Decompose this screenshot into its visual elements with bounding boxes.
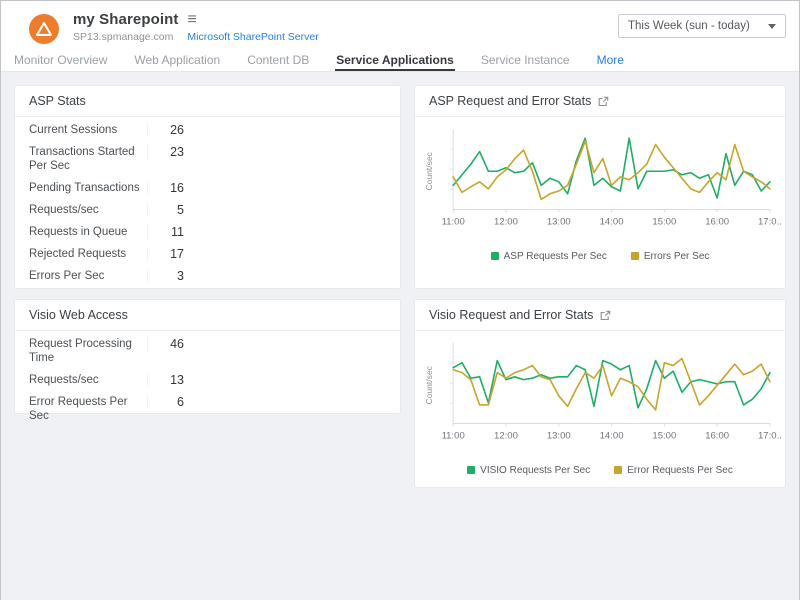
- line-chart-svg: 11:0012:0013:0014:0015:0016:0017:0..Coun…: [423, 339, 777, 452]
- svg-text:15:00: 15:00: [652, 431, 676, 442]
- stat-row: Pending Transactions16: [15, 177, 400, 199]
- asp-chart-panel: ASP Request and Error Stats 11:00 12:00 13…: [414, 85, 786, 289]
- svg-text:11:00: 11:00: [442, 217, 465, 228]
- app-window: { "header": { "title": "my Sharepoint", …: [0, 0, 800, 600]
- panel-title: Visio Request and Error Stats: [429, 308, 593, 322]
- svg-text:13:00: 13:00: [547, 431, 571, 442]
- visio-chart-panel: Visio Request and Error Stats 11:00 12:00…: [414, 299, 786, 488]
- stat-row: Transactions Started Per Sec23: [15, 141, 400, 177]
- hostname-label: SP13.spmanage.com: [73, 31, 173, 43]
- stat-row: Requests/sec5: [15, 199, 400, 221]
- stat-label: Transactions Started Per Sec: [29, 145, 147, 173]
- server-type-link[interactable]: Microsoft SharePoint Server: [187, 31, 318, 43]
- title-block: my Sharepoint ≡ SP13.spmanage.com Micros…: [73, 11, 319, 43]
- tab-service-applications[interactable]: Service Applications: [335, 51, 455, 71]
- stat-label: Requests/sec: [29, 203, 147, 217]
- stat-value: 46: [147, 337, 184, 351]
- svg-text:15:00: 15:00: [652, 217, 676, 228]
- stat-label: Errors Per Sec: [29, 269, 147, 283]
- legend-label: ASP Requests Per Sec: [504, 251, 607, 262]
- stat-label: Requests in Queue: [29, 225, 147, 239]
- stat-row: Error Requests Per Sec6: [15, 391, 400, 427]
- legend-swatch: [614, 466, 622, 474]
- svg-text:16:00: 16:00: [705, 217, 729, 228]
- tab-service-instance[interactable]: Service Instance: [480, 51, 571, 71]
- stat-label: Error Requests Per Sec: [29, 395, 147, 423]
- open-in-new-window-icon[interactable]: [600, 310, 611, 321]
- svg-text:Count/sec: Count/sec: [424, 365, 434, 404]
- panel-title: ASP Request and Error Stats: [429, 94, 591, 108]
- chevron-down-icon: [768, 24, 776, 29]
- stat-value: 23: [147, 145, 184, 159]
- svg-text:16:00: 16:00: [705, 431, 729, 442]
- svg-text:12:00: 12:00: [494, 431, 518, 442]
- header: my Sharepoint ≡ SP13.spmanage.com Micros…: [1, 1, 799, 50]
- legend-item[interactable]: ASP Requests Per Sec: [491, 251, 607, 262]
- legend-label: VISIO Requests Per Sec: [480, 465, 590, 476]
- stat-label: Pending Transactions: [29, 181, 147, 195]
- legend-swatch: [467, 466, 475, 474]
- menu-icon[interactable]: ≡: [188, 12, 197, 28]
- stat-row: Requests in Queue11: [15, 221, 400, 243]
- stat-rows: Current Sessions26Transactions Started P…: [15, 117, 400, 287]
- visio-chart: 11:00 12:00 13:00 14:00 15:00 16:00 17:0.. Coun…: [415, 331, 785, 476]
- legend-swatch: [491, 252, 499, 260]
- stat-value: 6: [147, 395, 184, 409]
- right-column: ASP Request and Error Stats 11:00 12:00 13…: [414, 85, 786, 587]
- time-range-value: This Week (sun - today): [628, 20, 750, 32]
- stat-value: 26: [147, 123, 184, 137]
- tab-more[interactable]: More: [596, 51, 625, 71]
- svg-text:17:0..: 17:0..: [758, 217, 782, 228]
- chart-legend: VISIO Requests Per Sec Error Requests Per…: [423, 465, 777, 476]
- tab-web-application[interactable]: Web Application: [133, 51, 221, 71]
- stat-value: 17: [147, 247, 184, 261]
- svg-text:13:00: 13:00: [547, 217, 571, 228]
- stat-row: Rejected Requests17: [15, 243, 400, 265]
- line-chart-svg: 11:0012:0013:0014:0015:0016:0017:0..Coun…: [423, 125, 777, 238]
- stat-row: Request Processing Time46: [15, 333, 400, 369]
- svg-text:14:00: 14:00: [600, 431, 624, 442]
- legend-item[interactable]: VISIO Requests Per Sec: [467, 465, 590, 476]
- stat-value: 5: [147, 203, 184, 217]
- stat-label: Requests/sec: [29, 373, 147, 387]
- legend-label: Errors Per Sec: [644, 251, 710, 262]
- page-title: my Sharepoint: [73, 11, 179, 28]
- stat-label: Rejected Requests: [29, 247, 147, 261]
- main-content: ASP Stats Current Sessions26Transactions…: [1, 72, 799, 600]
- asp-stats-panel: ASP Stats Current Sessions26Transactions…: [14, 85, 401, 289]
- stat-row: Errors Per Sec3: [15, 265, 400, 287]
- warning-triangle-icon: [35, 21, 53, 37]
- stat-rows: Request Processing Time46Requests/sec13E…: [15, 331, 400, 427]
- monitor-logo: [29, 14, 59, 44]
- legend-item[interactable]: Error Requests Per Sec: [614, 465, 733, 476]
- svg-text:11:00: 11:00: [442, 431, 465, 442]
- svg-text:Count/sec: Count/sec: [424, 151, 434, 190]
- stat-label: Current Sessions: [29, 123, 147, 137]
- stat-value: 13: [147, 373, 184, 387]
- tab-bar: Monitor Overview Web Application Content D…: [1, 50, 799, 72]
- stat-row: Requests/sec13: [15, 369, 400, 391]
- asp-chart: 11:00 12:00 13:00 14:00 15:00 16:00 17:0.. Coun…: [415, 117, 785, 262]
- stat-value: 3: [147, 269, 184, 283]
- svg-text:17:0..: 17:0..: [758, 431, 782, 442]
- tab-monitor-overview[interactable]: Monitor Overview: [13, 51, 108, 71]
- legend-label: Error Requests Per Sec: [627, 465, 733, 476]
- stat-value: 11: [147, 225, 184, 239]
- svg-text:14:00: 14:00: [600, 217, 624, 228]
- left-column: ASP Stats Current Sessions26Transactions…: [14, 85, 401, 587]
- time-range-dropdown[interactable]: This Week (sun - today): [618, 14, 786, 38]
- legend-item[interactable]: Errors Per Sec: [631, 251, 710, 262]
- stat-row: Current Sessions26: [15, 119, 400, 141]
- open-in-new-window-icon[interactable]: [598, 96, 609, 107]
- panel-title: Visio Web Access: [29, 308, 128, 322]
- legend-swatch: [631, 252, 639, 260]
- svg-text:12:00: 12:00: [494, 217, 518, 228]
- visio-web-access-panel: Visio Web Access Request Processing Time…: [14, 299, 401, 414]
- stat-label: Request Processing Time: [29, 337, 147, 365]
- stat-value: 16: [147, 181, 184, 195]
- tab-content-db[interactable]: Content DB: [246, 51, 310, 71]
- chart-legend: ASP Requests Per Sec Errors Per Sec: [423, 251, 777, 262]
- panel-title: ASP Stats: [29, 94, 86, 108]
